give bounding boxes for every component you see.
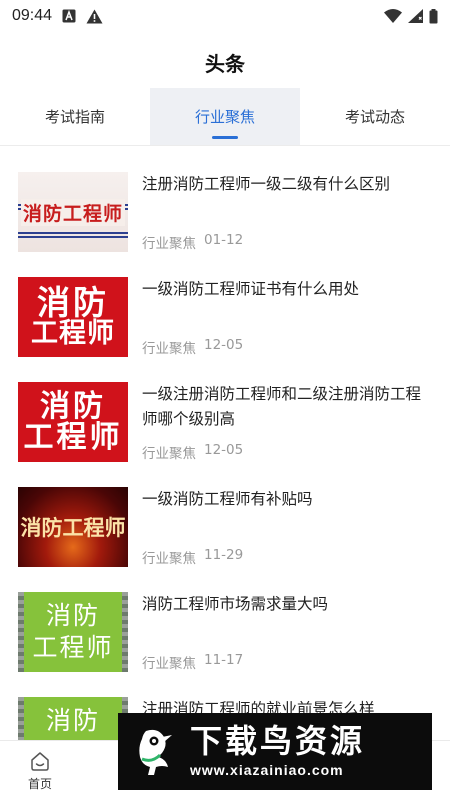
news-list: 消防工程师 注册消防工程师一级二级有什么区别 行业聚焦 01-12 消防 工程师… [0, 160, 450, 790]
list-item[interactable]: 消防工程师 注册消防工程师一级二级有什么区别 行业聚焦 01-12 [0, 160, 450, 265]
tab-exam-guide[interactable]: 考试指南 [0, 88, 150, 145]
watermark-banner: 下载鸟资源 www.xiazainiao.com [118, 713, 432, 790]
warning-icon [86, 9, 103, 24]
news-category: 行业聚焦 [142, 341, 196, 357]
news-category: 行业聚焦 [142, 656, 196, 672]
watermark-title: 下载鸟资源 [190, 722, 366, 761]
news-category: 行业聚焦 [142, 236, 196, 252]
status-bar: 09:44 [0, 0, 450, 32]
cell-signal-icon [408, 9, 423, 23]
nav-home[interactable]: 首页 [0, 741, 80, 800]
tab-bar: 考试指南 行业聚焦 考试动态 [0, 88, 450, 146]
news-date: 11-29 [204, 547, 244, 563]
news-category: 行业聚焦 [142, 551, 196, 567]
news-thumbnail: 消防工程师 [18, 487, 128, 567]
news-title: 一级消防工程师证书有什么用处 [142, 280, 360, 298]
news-date: 01-12 [204, 232, 244, 248]
thumbnail-text: 消防工程师 [20, 198, 125, 226]
tab-industry-focus[interactable]: 行业聚焦 [150, 88, 300, 145]
status-time: 09:44 [12, 7, 53, 24]
thumbnail-text: 工程师 [23, 420, 123, 455]
news-thumbnail: 消防 工程师 [18, 592, 128, 672]
thumbnail-text: 消防 [45, 706, 100, 735]
news-thumbnail: 消防工程师 [18, 172, 128, 252]
battery-icon [429, 8, 438, 24]
wifi-icon [384, 9, 402, 23]
thumbnail-text: 消防 [45, 600, 100, 630]
bird-logo-icon [128, 725, 182, 779]
list-item[interactable]: 消防 工程师 消防工程师市场需求量大吗 行业聚焦 11-17 [0, 580, 450, 685]
list-item[interactable]: 消防 工程师 一级注册消防工程师和二级注册消防工程师哪个级别高 行业聚焦 12-… [0, 370, 450, 475]
list-item[interactable]: 消防工程师 一级消防工程师有补贴吗 行业聚焦 11-29 [0, 475, 450, 580]
tab-exam-news[interactable]: 考试动态 [300, 88, 450, 145]
news-thumbnail: 消防 工程师 [18, 277, 128, 357]
list-item[interactable]: 消防 工程师 一级消防工程师证书有什么用处 行业聚焦 12-05 [0, 265, 450, 370]
news-title: 一级消防工程师有补贴吗 [142, 490, 313, 508]
news-title: 注册消防工程师一级二级有什么区别 [142, 175, 391, 193]
thumbnail-text: 消防工程师 [20, 515, 126, 540]
news-category: 行业聚焦 [142, 446, 196, 462]
app-notification-icon [62, 9, 76, 23]
thumbnail-text: 工程师 [32, 633, 114, 662]
home-icon [29, 750, 51, 775]
thumbnail-text: 消防 [37, 282, 109, 322]
thumbnail-text: 消防 [40, 388, 106, 424]
thumbnail-text: 工程师 [31, 318, 115, 350]
watermark-url: www.xiazainiao.com [190, 761, 344, 778]
news-title: 消防工程师市场需求量大吗 [142, 595, 329, 613]
news-date: 12-05 [204, 337, 244, 353]
news-date: 11-17 [204, 652, 244, 668]
news-date: 12-05 [204, 442, 244, 458]
news-title: 一级注册消防工程师和二级注册消防工程师哪个级别高 [142, 385, 422, 428]
nav-home-label: 首页 [27, 776, 52, 791]
page-title: 头条 [205, 52, 245, 76]
news-thumbnail: 消防 工程师 [18, 382, 128, 462]
